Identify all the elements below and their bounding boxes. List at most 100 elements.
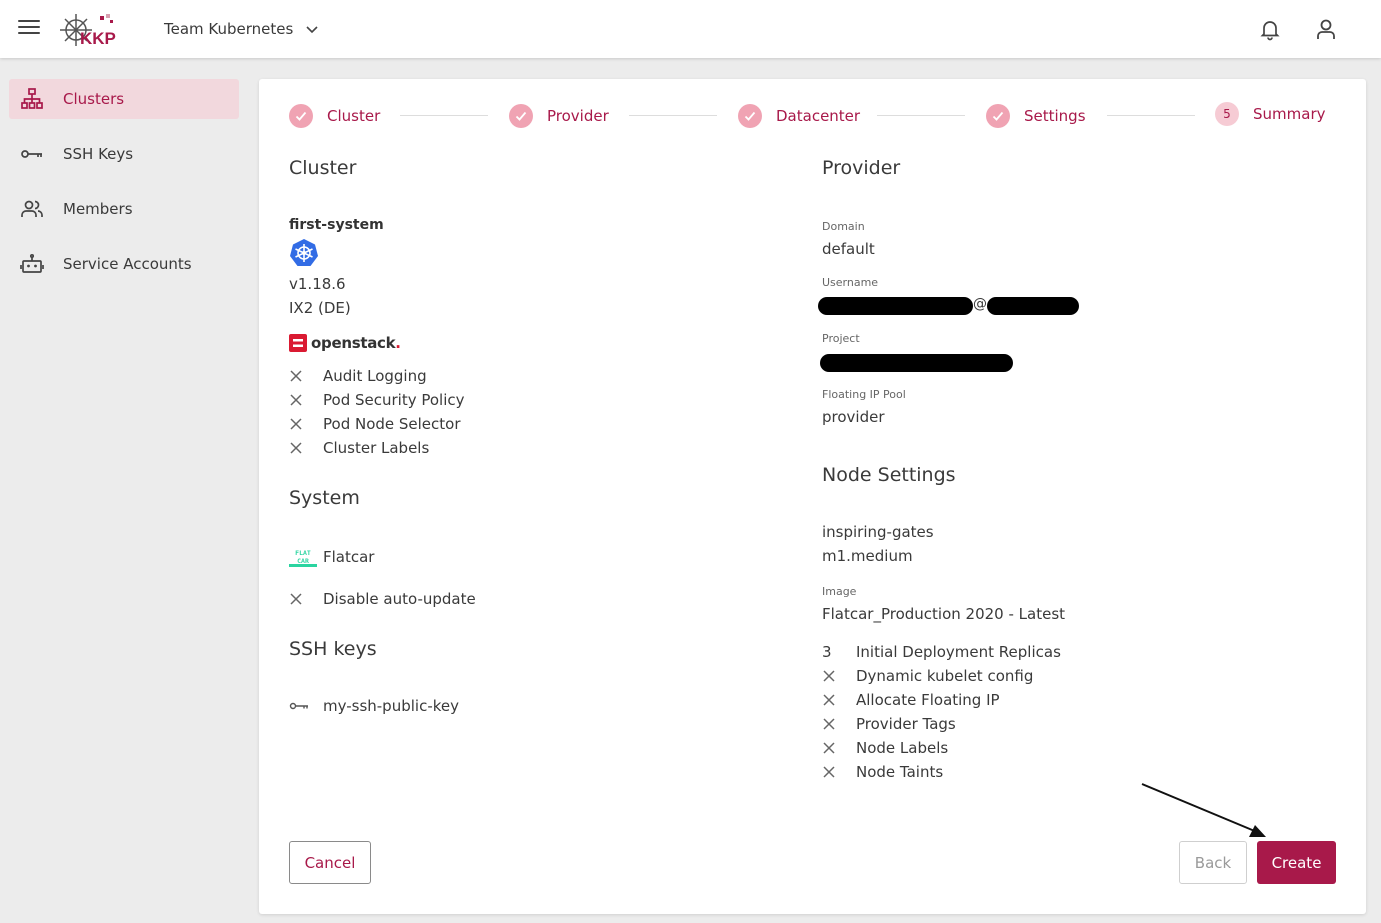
node-feature-row: Dynamic kubelet config [822, 666, 1033, 686]
ssh-key-name: my-ssh-public-key [323, 697, 459, 715]
close-icon [823, 742, 835, 754]
node-feature-label: Node Labels [856, 739, 949, 757]
replicas-label: Initial Deployment Replicas [856, 643, 1061, 661]
feature-row: Pod Node Selector [289, 414, 461, 434]
node-feature-label: Allocate Floating IP [856, 691, 1000, 709]
image-label: Image [822, 585, 857, 598]
feature-label: Audit Logging [323, 367, 427, 385]
check-icon [738, 104, 762, 128]
back-button[interactable]: Back [1179, 841, 1247, 884]
feature-row: Cluster Labels [289, 438, 429, 458]
system-option-label: Disable auto-update [323, 590, 476, 608]
clusters-icon [21, 88, 43, 109]
close-icon [290, 418, 302, 430]
account-icon[interactable] [1313, 16, 1339, 42]
robot-icon [20, 253, 44, 273]
step-label: Settings [1024, 107, 1086, 125]
kkp-logo[interactable]: KKP [56, 10, 126, 50]
feature-row: Pod Security Policy [289, 390, 465, 410]
feature-label: Cluster Labels [323, 439, 430, 457]
flatcar-logo-icon: FLAT CAR [289, 547, 317, 567]
cluster-name: first-system [289, 217, 384, 233]
openstack-logo-text: openstack [311, 334, 396, 352]
close-icon [823, 670, 835, 682]
check-icon [986, 104, 1010, 128]
redacted-username-domain [987, 297, 1079, 315]
svg-text:KKP: KKP [80, 29, 116, 48]
replicas-row: 3 Initial Deployment Replicas [822, 642, 1061, 662]
menu-icon[interactable] [18, 20, 40, 38]
ssh-key-row: my-ssh-public-key [289, 696, 459, 716]
node-feature-label: Dynamic kubelet config [856, 667, 1034, 685]
sidebar-item-members[interactable]: Members [9, 189, 239, 229]
check-icon [509, 104, 533, 128]
annotation-arrow-icon [1141, 783, 1266, 837]
sidebar: Clusters SSH Keys Members Service Accoun… [0, 58, 248, 923]
node-feature-row: Provider Tags [822, 714, 956, 734]
domain-label: Domain [822, 220, 865, 233]
image-value: Flatcar_Production 2020 - Latest [822, 605, 1066, 623]
svg-text:CAR: CAR [297, 557, 309, 565]
step-settings[interactable]: Settings [986, 103, 1086, 129]
project-label: Project [822, 332, 860, 345]
cluster-version: v1.18.6 [289, 275, 346, 293]
redacted-project [820, 354, 1013, 372]
top-bar: KKP Team Kubernetes [0, 0, 1381, 58]
node-settings-section-title: Node Settings [822, 464, 956, 486]
sidebar-item-label: Service Accounts [63, 255, 192, 273]
check-icon [289, 104, 313, 128]
key-icon [21, 150, 42, 158]
node-name: inspiring-gates [822, 523, 934, 541]
project-selector[interactable]: Team Kubernetes [164, 18, 319, 40]
step-divider [877, 115, 965, 116]
kubernetes-icon [290, 239, 318, 266]
sidebar-item-ssh-keys[interactable]: SSH Keys [9, 134, 239, 174]
close-icon [823, 694, 835, 706]
step-divider [629, 115, 717, 116]
step-number: 5 [1215, 102, 1239, 126]
node-feature-label: Provider Tags [856, 715, 956, 733]
project-name: Team Kubernetes [164, 20, 294, 38]
step-label: Cluster [327, 107, 381, 125]
step-label: Summary [1253, 105, 1326, 123]
step-cluster[interactable]: Cluster [289, 103, 380, 129]
svg-text:FLAT: FLAT [295, 549, 311, 557]
openstack-logo: openstack . [289, 332, 401, 354]
node-feature-row: Node Labels [822, 738, 948, 758]
step-label: Provider [547, 107, 609, 125]
close-icon [290, 370, 302, 382]
step-datacenter[interactable]: Datacenter [738, 103, 860, 129]
notifications-bell-icon[interactable] [1258, 17, 1282, 41]
close-icon [290, 394, 302, 406]
username-label: Username [822, 276, 879, 289]
cluster-datacenter: IX2 (DE) [289, 299, 351, 317]
username-separator: @ [973, 296, 987, 312]
feature-row: Audit Logging [289, 366, 427, 386]
wizard-card: Cluster Provider Datacenter Settings 5 S… [259, 79, 1366, 914]
system-option-row: Disable auto-update [289, 589, 476, 609]
feature-label: Pod Security Policy [323, 391, 465, 409]
sidebar-item-clusters[interactable]: Clusters [9, 79, 239, 119]
close-icon [290, 593, 302, 605]
members-icon [21, 200, 43, 217]
openstack-logo-dot: . [395, 334, 401, 352]
chevron-down-icon [306, 26, 318, 34]
cancel-button[interactable]: Cancel [289, 841, 371, 884]
sidebar-item-label: Clusters [63, 90, 125, 108]
close-icon [290, 442, 302, 454]
step-provider[interactable]: Provider [509, 103, 609, 129]
node-feature-label: Node Taints [856, 763, 944, 781]
node-feature-row: Allocate Floating IP [822, 690, 1000, 710]
step-divider [400, 115, 488, 116]
node-feature-row: Node Taints [822, 762, 943, 782]
domain-value: default [822, 240, 875, 258]
sidebar-item-service-accounts[interactable]: Service Accounts [9, 244, 239, 284]
close-icon [823, 718, 835, 730]
key-icon [289, 702, 308, 710]
cluster-section-title: Cluster [289, 157, 357, 179]
create-button[interactable]: Create [1257, 841, 1336, 884]
step-summary[interactable]: 5 Summary [1215, 101, 1326, 127]
sidebar-item-label: SSH Keys [63, 145, 134, 163]
floating-ip-pool-value: provider [822, 408, 885, 426]
feature-label: Pod Node Selector [323, 415, 461, 433]
